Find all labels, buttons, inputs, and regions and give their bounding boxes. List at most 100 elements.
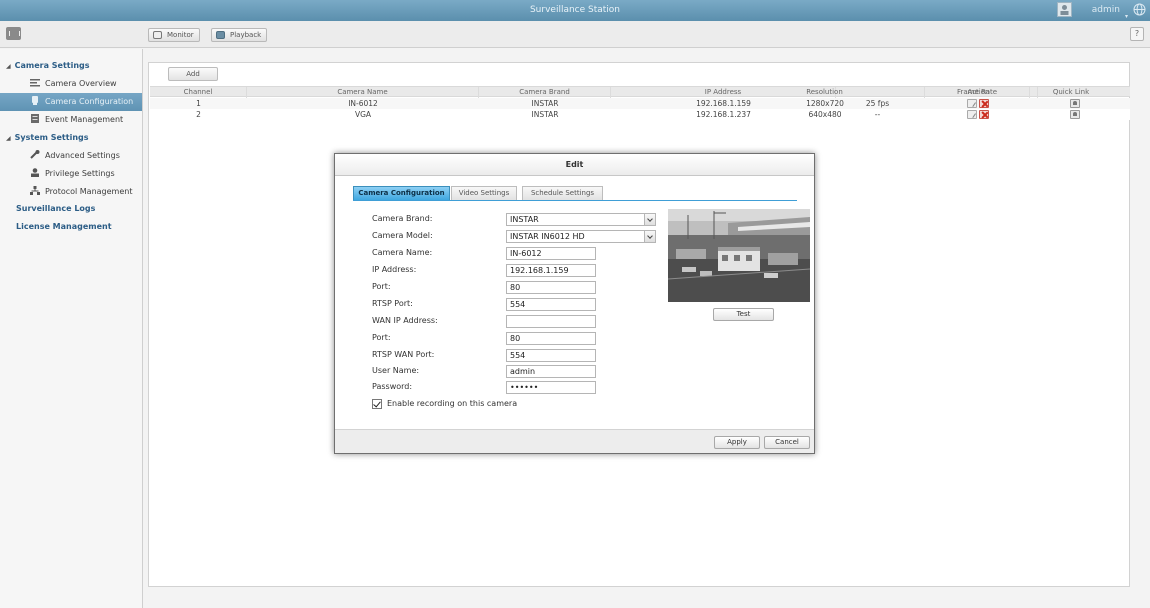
edit-camera-dialog: Edit Camera Configuration Video Settings… xyxy=(334,153,815,454)
table-row[interactable]: 2 VGA INSTAR 192.168.1.237 640x480 -- xyxy=(150,109,1130,120)
tab-camera-configuration[interactable]: Camera Configuration xyxy=(353,186,450,200)
port-field[interactable]: 80 xyxy=(506,281,596,294)
cell-camera-name: VGA xyxy=(354,110,372,119)
sidebar-item-camera-overview[interactable]: Camera Overview xyxy=(0,75,142,93)
user-menu[interactable]: admin xyxy=(1092,0,1120,20)
app-titlebar: Surveillance Station admin ▾ xyxy=(0,0,1150,21)
sidebar-item-camera-configuration[interactable]: Camera Configuration xyxy=(0,93,142,111)
sidebar-item-surveillance-logs[interactable]: Surveillance Logs xyxy=(0,200,142,218)
label-ip-address: IP Address: xyxy=(372,265,417,274)
table-row[interactable]: 1 IN-6012 INSTAR 192.168.1.159 1280x720 … xyxy=(150,98,1130,109)
monitor-label: Monitor xyxy=(167,31,194,39)
quick-link-icon[interactable] xyxy=(1070,99,1080,108)
playback-button[interactable]: Playback xyxy=(211,28,268,42)
main-menu-icon[interactable] xyxy=(6,27,21,40)
sidebar-label: Privilege Settings xyxy=(45,169,115,178)
tab-underline xyxy=(353,200,797,201)
ip-address-field[interactable]: 192.168.1.159 xyxy=(506,264,596,277)
camera-icon xyxy=(30,94,40,105)
column-header-channel[interactable]: Channel xyxy=(150,87,247,98)
chevron-down-icon[interactable] xyxy=(644,231,655,242)
camera-model-select[interactable]: INSTAR IN6012 HD xyxy=(506,230,656,243)
event-icon xyxy=(30,112,40,123)
dialog-footer: Apply Cancel xyxy=(335,429,814,453)
sidebar-item-protocol-management[interactable]: Protocol Management xyxy=(0,183,142,201)
user-avatar-icon[interactable] xyxy=(1057,2,1072,17)
delete-icon[interactable] xyxy=(979,99,989,108)
cell-frame-rate: 25 fps xyxy=(865,99,890,108)
sidebar-label: Event Management xyxy=(45,115,124,124)
user-icon xyxy=(30,166,40,177)
monitor-icon xyxy=(153,31,162,39)
table-header: Channel Camera Name Camera Brand IP Addr… xyxy=(150,86,1130,98)
label-camera-name: Camera Name: xyxy=(372,248,433,257)
sidebar-label: Camera Overview xyxy=(45,79,117,88)
camera-name-field[interactable]: IN-6012 xyxy=(506,247,596,260)
wrench-icon xyxy=(30,148,40,159)
cell-channel: 2 xyxy=(196,110,201,119)
edit-icon[interactable] xyxy=(967,99,977,108)
sidebar-label: System Settings xyxy=(14,133,89,142)
enable-recording-checkbox[interactable] xyxy=(372,399,382,409)
wan-port-field[interactable]: 80 xyxy=(506,332,596,345)
sidebar-item-event-management[interactable]: Event Management xyxy=(0,111,142,129)
column-header-quick-link[interactable]: Quick Link xyxy=(1012,87,1130,98)
sidebar-group-camera-settings[interactable]: ◢ Camera Settings xyxy=(0,57,142,75)
camera-preview-image xyxy=(668,209,810,302)
camera-model-value: INSTAR IN6012 HD xyxy=(510,232,585,241)
cell-camera-name: IN-6012 xyxy=(348,99,378,108)
label-port: Port: xyxy=(372,282,391,291)
sidebar-group-system-settings[interactable]: ◢ System Settings xyxy=(0,129,142,147)
cell-channel: 1 xyxy=(196,99,201,108)
edit-icon[interactable] xyxy=(967,110,977,119)
quick-link-icon[interactable] xyxy=(1070,110,1080,119)
sidebar-item-license-management[interactable]: License Management xyxy=(0,218,142,236)
sidebar-item-advanced-settings[interactable]: Advanced Settings xyxy=(0,147,142,165)
playback-icon xyxy=(216,31,225,39)
playback-label: Playback xyxy=(230,31,262,39)
label-rtsp-port: RTSP Port: xyxy=(372,299,413,308)
collapse-triangle-icon: ◢ xyxy=(6,63,11,70)
list-icon xyxy=(30,76,40,87)
help-button[interactable]: ? xyxy=(1130,27,1144,41)
camera-brand-value: INSTAR xyxy=(510,215,539,224)
rtsp-wan-port-field[interactable]: 554 xyxy=(506,349,596,362)
tab-schedule-settings[interactable]: Schedule Settings xyxy=(522,186,603,200)
tab-video-settings[interactable]: Video Settings xyxy=(451,186,517,200)
apply-button[interactable]: Apply xyxy=(714,436,760,449)
cell-camera-brand: INSTAR xyxy=(531,99,559,108)
sidebar: ◢ Camera Settings Camera Overview Camera … xyxy=(0,49,143,608)
toolbar: Monitor Playback ? xyxy=(0,21,1150,48)
sidebar-item-privilege-settings[interactable]: Privilege Settings xyxy=(0,165,142,183)
rtsp-port-field[interactable]: 554 xyxy=(506,298,596,311)
sidebar-label: Camera Settings xyxy=(14,61,90,70)
column-header-camera-name[interactable]: Camera Name xyxy=(247,87,479,98)
column-header-camera-brand[interactable]: Camera Brand xyxy=(479,87,611,98)
label-camera-brand: Camera Brand: xyxy=(372,214,433,223)
network-icon xyxy=(30,184,40,195)
test-button[interactable]: Test xyxy=(713,308,774,321)
wan-ip-address-field[interactable] xyxy=(506,315,596,328)
globe-icon[interactable] xyxy=(1133,3,1146,16)
chevron-down-icon[interactable] xyxy=(644,214,655,225)
cell-frame-rate: -- xyxy=(874,110,881,119)
password-field[interactable]: •••••• xyxy=(506,381,596,394)
cell-camera-brand: INSTAR xyxy=(531,110,559,119)
app-title: Surveillance Station xyxy=(529,5,621,15)
add-camera-button[interactable]: Add xyxy=(168,67,218,81)
monitor-button[interactable]: Monitor xyxy=(148,28,200,42)
collapse-triangle-icon: ◢ xyxy=(6,135,11,142)
sidebar-label: Protocol Management xyxy=(45,187,133,196)
cancel-button[interactable]: Cancel xyxy=(764,436,810,449)
column-header-resolution[interactable]: Resolution xyxy=(725,87,925,98)
sidebar-label: Camera Configuration xyxy=(45,97,134,106)
delete-icon[interactable] xyxy=(979,110,989,119)
label-rtsp-wan-port: RTSP WAN Port: xyxy=(372,350,435,359)
label-password: Password: xyxy=(372,382,413,391)
enable-recording-label: Enable recording on this camera xyxy=(387,399,518,408)
dialog-title: Edit xyxy=(335,154,814,176)
sidebar-label: Advanced Settings xyxy=(45,151,120,160)
label-wan-port: Port: xyxy=(372,333,391,342)
user-name-field[interactable]: admin xyxy=(506,365,596,378)
camera-brand-select[interactable]: INSTAR xyxy=(506,213,656,226)
